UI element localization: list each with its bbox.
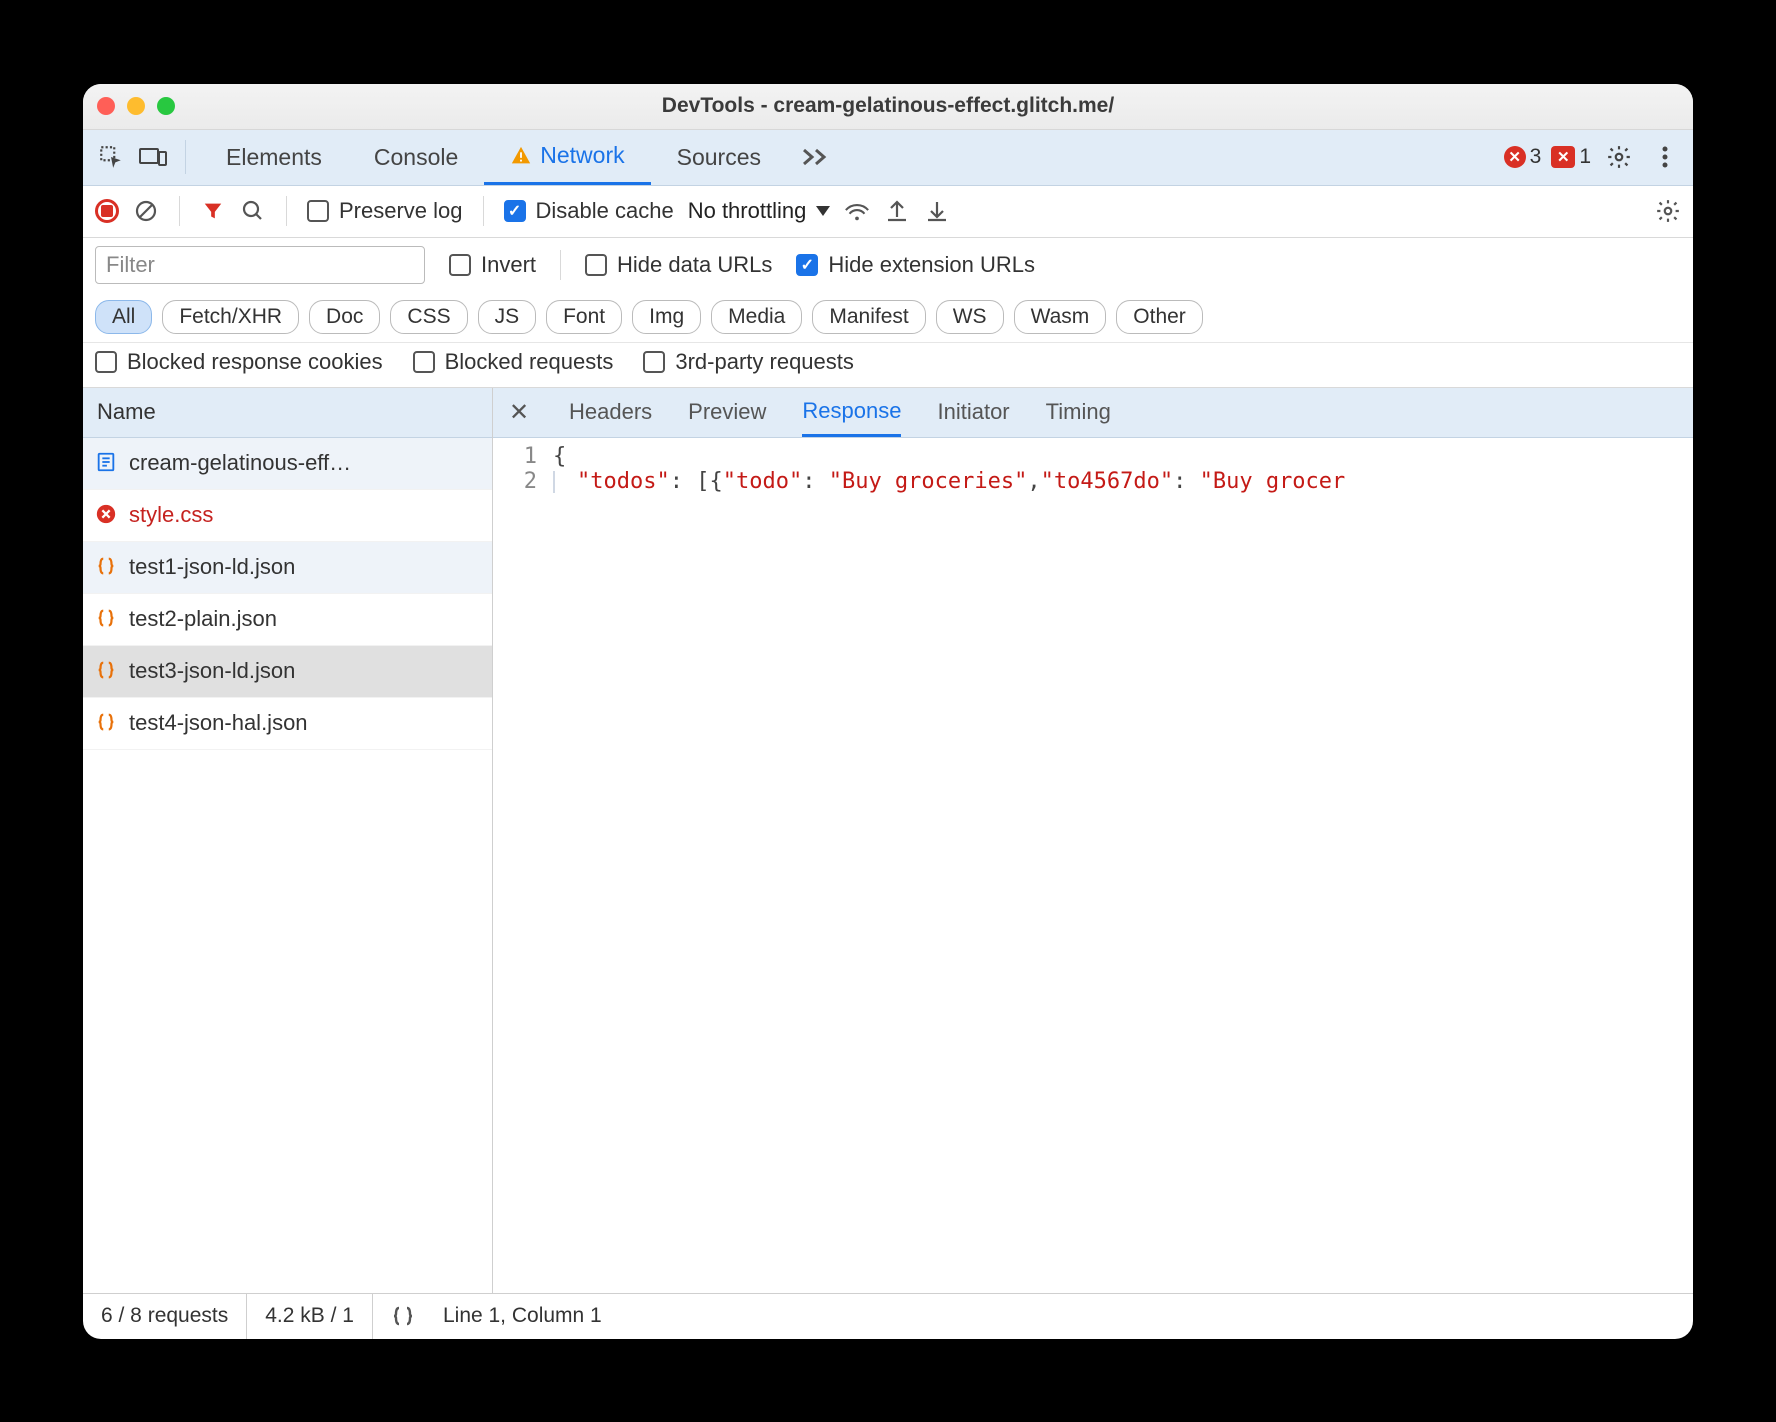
more-tabs-icon[interactable] [797,139,833,175]
network-conditions-icon[interactable] [844,198,870,224]
zoom-window-button[interactable] [157,97,175,115]
line-number: 2 [493,469,553,494]
network-settings-icon[interactable] [1655,198,1681,224]
json-icon [95,711,119,735]
json-icon [95,607,119,631]
errors-badge[interactable]: ✕ 3 [1504,145,1542,169]
throttling-select[interactable]: No throttling [688,198,831,224]
inspect-element-icon[interactable] [93,139,129,175]
close-window-button[interactable] [97,97,115,115]
filter-input[interactable] [95,246,425,284]
request-detail-panel: ✕ Headers Preview Response Initiator Tim… [493,388,1693,1293]
panel-tabs: Elements Console Network Sources [200,130,833,185]
tab-elements[interactable]: Elements [200,130,348,185]
request-list: cream-gelatinous-eff… style.css test1-json… [83,438,492,1293]
devtools-window: DevTools - cream-gelatinous-effect.glitc… [83,84,1693,1339]
request-name: cream-gelatinous-eff… [129,450,351,476]
pill-media[interactable]: Media [711,300,802,334]
request-row[interactable]: test1-json-ld.json [83,542,492,594]
invert-checkbox[interactable]: Invert [449,252,536,278]
clear-icon[interactable] [133,198,159,224]
tab-console[interactable]: Console [348,130,484,185]
request-row[interactable]: cream-gelatinous-eff… [83,438,492,490]
device-toolbar-icon[interactable] [135,139,171,175]
detail-tab-timing[interactable]: Timing [1046,389,1111,435]
request-row[interactable]: style.css [83,490,492,542]
blocked-cookies-checkbox[interactable]: Blocked response cookies [95,349,383,375]
blocked-requests-checkbox[interactable]: Blocked requests [413,349,614,375]
disable-cache-checkbox[interactable]: Disable cache [504,198,674,224]
status-cursor: Line 1, Column 1 [425,1294,620,1339]
tab-network[interactable]: Network [484,130,650,185]
window-title: DevTools - cream-gelatinous-effect.glitc… [83,94,1693,118]
filter-row-2: Blocked response cookies Blocked request… [83,343,1693,388]
settings-icon[interactable] [1601,139,1637,175]
request-name: style.css [129,502,213,528]
tab-sources[interactable]: Sources [651,130,787,185]
pill-other[interactable]: Other [1116,300,1203,334]
pill-all[interactable]: All [95,300,152,334]
minimize-window-button[interactable] [127,97,145,115]
doc-icon [95,451,119,475]
status-transfer: 4.2 kB / 1 [247,1294,373,1339]
detail-tab-response[interactable]: Response [802,388,901,437]
json-icon [95,555,119,579]
preserve-log-checkbox[interactable]: Preserve log [307,198,463,224]
issues-badge[interactable]: ✕ 1 [1551,145,1591,169]
issue-icon: ✕ [1551,146,1575,168]
request-name: test4-json-hal.json [129,710,308,736]
detail-tab-preview[interactable]: Preview [688,389,766,435]
tabs-right: ✕ 3 ✕ 1 [1504,139,1683,175]
titlebar: DevTools - cream-gelatinous-effect.glitc… [83,84,1693,130]
main-split: Name cream-gelatinous-eff… style.css test1… [83,388,1693,1293]
close-detail-icon[interactable]: ✕ [505,398,533,426]
request-row[interactable]: test2-plain.json [83,594,492,646]
request-list-panel: Name cream-gelatinous-eff… style.css test1… [83,388,493,1293]
line-number: 1 [493,444,553,469]
error-icon: ✕ [1504,146,1526,168]
detail-tab-initiator[interactable]: Initiator [937,389,1009,435]
pill-img[interactable]: Img [632,300,701,334]
request-row[interactable]: test4-json-hal.json [83,698,492,750]
hide-extension-urls-checkbox[interactable]: Hide extension URLs [796,252,1035,278]
filter-toggle-icon[interactable] [200,198,226,224]
status-requests: 6 / 8 requests [83,1294,247,1339]
search-icon[interactable] [240,198,266,224]
hide-data-urls-checkbox[interactable]: Hide data URLs [585,252,772,278]
pill-fetch-xhr[interactable]: Fetch/XHR [162,300,299,334]
filter-row: Invert Hide data URLs Hide extension URL… [83,238,1693,343]
pill-manifest[interactable]: Manifest [812,300,925,334]
resource-type-pills: All Fetch/XHR Doc CSS JS Font Img Media … [95,300,1681,334]
export-har-icon[interactable] [924,198,950,224]
divider [185,140,186,174]
window-controls [97,97,175,115]
record-button[interactable] [95,199,119,223]
pretty-print-icon[interactable] [373,1294,425,1339]
response-code[interactable]: 1 { 2 "todos": [{"todo": "Buy groceries"… [493,438,1693,1293]
detail-tabs: ✕ Headers Preview Response Initiator Tim… [493,388,1693,438]
pill-doc[interactable]: Doc [309,300,380,334]
request-row[interactable]: test3-json-ld.json [83,646,492,698]
request-list-header[interactable]: Name [83,388,492,438]
third-party-checkbox[interactable]: 3rd-party requests [643,349,854,375]
json-icon [95,659,119,683]
import-har-icon[interactable] [884,198,910,224]
kebab-menu-icon[interactable] [1647,139,1683,175]
pill-ws[interactable]: WS [936,300,1004,334]
request-name: test1-json-ld.json [129,554,295,580]
request-name: test2-plain.json [129,606,277,632]
status-bar: 6 / 8 requests 4.2 kB / 1 Line 1, Column… [83,1293,1693,1339]
pill-font[interactable]: Font [546,300,622,334]
error-icon [95,503,119,527]
request-name: test3-json-ld.json [129,658,295,684]
warning-icon [510,145,532,167]
detail-tab-headers[interactable]: Headers [569,389,652,435]
pill-wasm[interactable]: Wasm [1014,300,1107,334]
pill-css[interactable]: CSS [390,300,467,334]
pill-js[interactable]: JS [478,300,537,334]
network-toolbar: Preserve log Disable cache No throttling [83,186,1693,238]
panel-tabs-bar: Elements Console Network Sources ✕ 3 ✕ 1 [83,130,1693,186]
